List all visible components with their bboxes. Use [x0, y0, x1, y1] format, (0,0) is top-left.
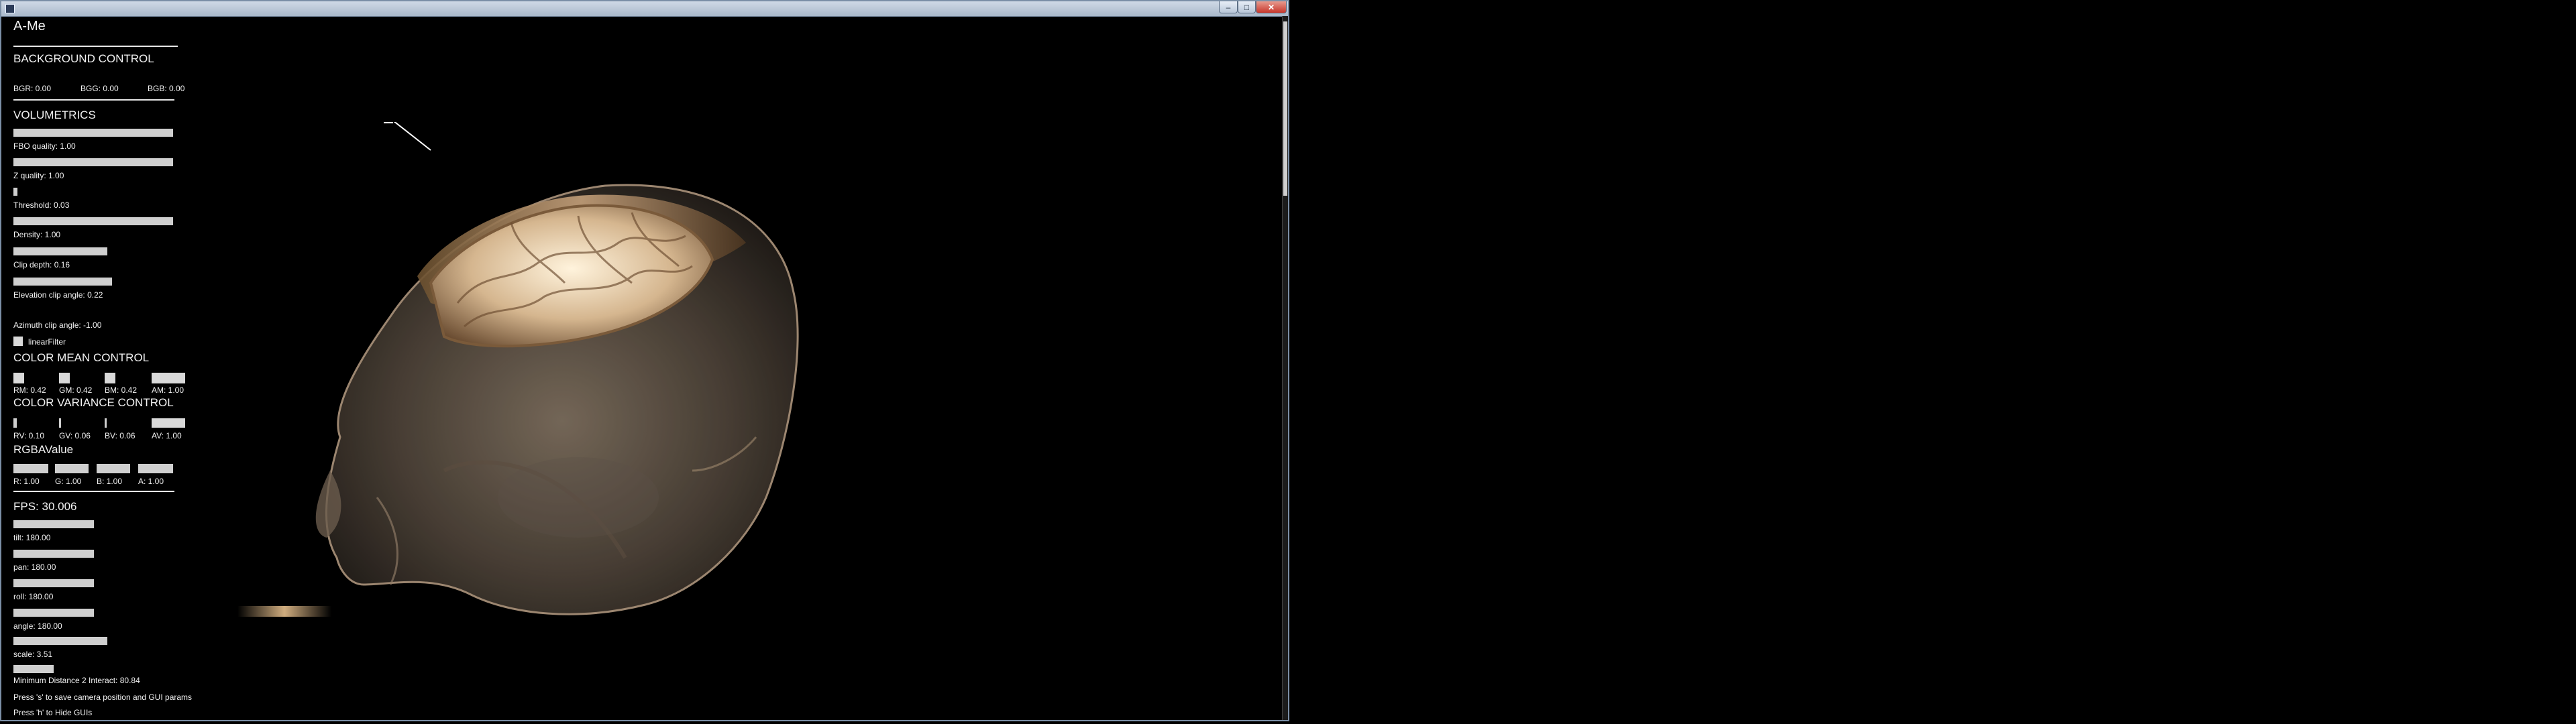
save-hint: Press 's' to save camera position and GU…	[13, 692, 193, 702]
color-variance-header: COLOR VARIANCE CONTROL	[13, 396, 174, 409]
window-titlebar[interactable]: – □ ✕	[1, 1, 1288, 17]
vertical-scrollbar[interactable]	[1282, 16, 1288, 720]
z-quality-label: Z quality: 1.00	[13, 171, 64, 180]
color-map-strip	[237, 606, 331, 617]
density-slider[interactable]	[13, 217, 173, 225]
color-mean-header: COLOR MEAN CONTROL	[13, 351, 150, 364]
r-slider[interactable]	[13, 464, 48, 473]
app-title: A-Me	[13, 19, 46, 34]
scale-slider[interactable]	[13, 637, 107, 645]
r-label: R: 1.00	[13, 477, 40, 486]
bv-slider[interactable]	[105, 418, 107, 428]
hide-hint: Press 'h' to Hide GUIs	[13, 708, 93, 717]
threshold-slider[interactable]	[13, 188, 17, 196]
av-slider[interactable]	[152, 418, 185, 428]
linear-filter-label: linearFilter	[28, 337, 66, 347]
am-label: AM: 1.00	[152, 385, 184, 395]
bgg-label[interactable]: BGG: 0.00	[80, 84, 119, 93]
rm-label: RM: 0.42	[13, 385, 46, 395]
pan-label: pan: 180.00	[13, 562, 56, 572]
threshold-label: Threshold: 0.03	[13, 200, 70, 210]
background-divider	[13, 99, 174, 101]
clip-plane-handle-line	[393, 122, 431, 151]
scrollbar-thumb[interactable]	[1283, 21, 1287, 196]
b-slider[interactable]	[97, 464, 130, 473]
g-slider[interactable]	[55, 464, 89, 473]
gv-label: GV: 0.06	[59, 431, 91, 440]
minimum-distance-slider[interactable]	[13, 665, 54, 673]
scale-label: scale: 3.51	[13, 650, 53, 659]
close-button[interactable]: ✕	[1256, 1, 1287, 13]
bgb-label[interactable]: BGB: 0.00	[148, 84, 184, 93]
tilt-label: tilt: 180.00	[13, 533, 51, 542]
am-slider[interactable]	[152, 373, 185, 383]
tilt-slider[interactable]	[13, 520, 94, 528]
azimuth-clip-label: Azimuth clip angle: -1.00	[13, 320, 102, 330]
rgba-value-header: RGBAValue	[13, 443, 74, 456]
bm-slider[interactable]	[105, 373, 115, 383]
app-window: – □ ✕ A-Me BACKGROUND CONTROL BGR: 0.00 …	[0, 0, 1289, 721]
linear-filter-checkbox[interactable]	[13, 337, 23, 346]
gm-slider[interactable]	[59, 373, 70, 383]
bv-label: BV: 0.06	[105, 431, 136, 440]
bm-label: BM: 0.42	[105, 385, 138, 395]
rm-slider[interactable]	[13, 373, 24, 383]
roll-label: roll: 180.00	[13, 592, 54, 601]
fps-readout: FPS: 30.006	[13, 500, 77, 513]
pan-slider[interactable]	[13, 550, 94, 558]
a-label: A: 1.00	[138, 477, 164, 486]
head-volume-render	[315, 184, 799, 615]
clip-depth-label: Clip depth: 0.16	[13, 260, 70, 269]
background-control-header: BACKGROUND CONTROL	[13, 52, 154, 65]
fbo-quality-label: FBO quality: 1.00	[13, 141, 76, 151]
clip-plane-handle-square	[384, 122, 393, 123]
volume-render-viewport[interactable]	[229, 122, 914, 678]
maximize-button[interactable]: □	[1238, 1, 1256, 13]
rv-slider[interactable]	[13, 418, 17, 428]
clip-plane-handle[interactable]	[384, 122, 431, 151]
angle-label: angle: 180.00	[13, 621, 62, 631]
angle-slider[interactable]	[13, 609, 94, 617]
a-slider[interactable]	[138, 464, 173, 473]
title-divider	[13, 46, 178, 47]
fbo-quality-slider[interactable]	[13, 129, 173, 137]
minimum-distance-label: Minimum Distance 2 Interact: 80.84	[13, 676, 140, 685]
gm-label: GM: 0.42	[59, 385, 93, 395]
bgr-label[interactable]: BGR: 0.00	[13, 84, 51, 93]
roll-slider[interactable]	[13, 579, 94, 587]
volumetrics-header: VOLUMETRICS	[13, 109, 96, 121]
elevation-clip-label: Elevation clip angle: 0.22	[13, 290, 103, 300]
av-label: AV: 1.00	[152, 431, 182, 440]
elevation-clip-slider[interactable]	[13, 278, 112, 286]
gv-slider[interactable]	[59, 418, 61, 428]
rgba-divider	[13, 491, 174, 492]
density-label: Density: 1.00	[13, 230, 61, 239]
clip-depth-slider[interactable]	[13, 247, 107, 255]
g-label: G: 1.00	[55, 477, 82, 486]
rv-label: RV: 0.10	[13, 431, 45, 440]
z-quality-slider[interactable]	[13, 158, 173, 166]
app-icon	[5, 4, 15, 13]
minimize-button[interactable]: –	[1219, 1, 1238, 13]
b-label: B: 1.00	[97, 477, 123, 486]
